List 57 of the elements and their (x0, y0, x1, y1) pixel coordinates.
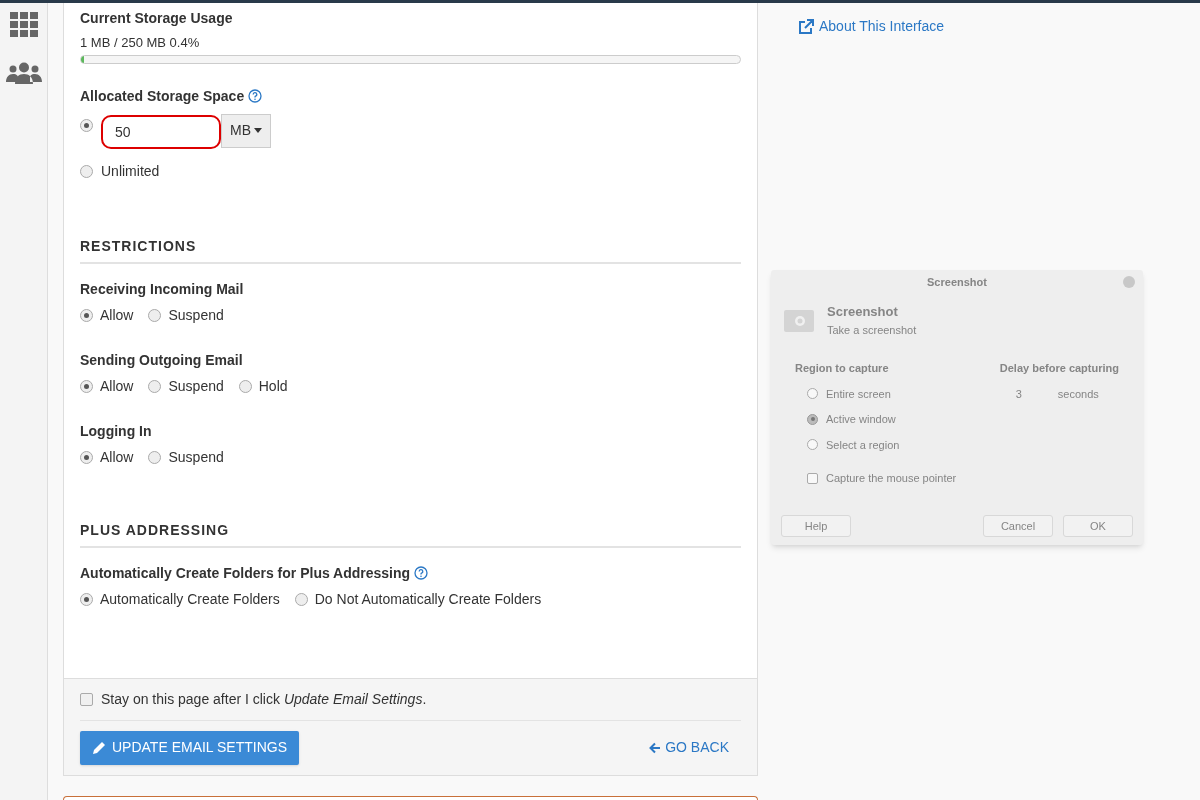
checkbox[interactable] (807, 472, 818, 484)
update-settings-button[interactable]: UPDATE EMAIL SETTINGS (80, 730, 300, 765)
size-input-field[interactable]: 50 (101, 114, 221, 149)
usage-reading: 1 MB / 250 MB 0.4% (80, 34, 201, 52)
help-icon[interactable] (248, 89, 263, 103)
arrow-left-icon (649, 741, 662, 754)
app-name: Screenshot (827, 303, 899, 321)
section-heading: PLUS ADDRESSING (80, 521, 230, 538)
option-label[interactable]: Allow (100, 375, 134, 397)
radio-button[interactable] (80, 379, 93, 393)
field-label: Logging In (80, 421, 152, 441)
help-icon[interactable] (414, 566, 429, 580)
radio-button[interactable] (807, 388, 818, 400)
pencil-icon (92, 740, 106, 755)
section-heading: RESTRICTIONS (80, 237, 197, 254)
option-label[interactable]: Do Not Automatically Create Folders (314, 588, 542, 610)
checkbox[interactable] (80, 692, 93, 706)
radio-button[interactable] (148, 450, 162, 464)
app-subtitle: Take a screenshot (827, 322, 917, 338)
group-heading: Region to capture (795, 361, 890, 376)
field-label: Sending Outgoing Email (80, 350, 243, 370)
radio-button[interactable] (80, 592, 93, 606)
group-heading: Delay before capturing (999, 361, 1119, 376)
unit-dropdown[interactable]: MB (221, 113, 271, 148)
option-label[interactable]: Allow (100, 446, 134, 468)
radio-button[interactable] (294, 592, 308, 606)
radio-button[interactable] (148, 308, 162, 322)
unit-label: seconds (1057, 386, 1099, 402)
field-label: Current Storage Usage (80, 9, 234, 28)
radio-button[interactable] (238, 379, 252, 393)
option-label[interactable]: Automatically Create Folders (100, 588, 280, 610)
radio-button[interactable] (80, 164, 93, 178)
radio-button[interactable] (80, 118, 93, 132)
field-label: Allocated Storage Space (80, 86, 245, 106)
stay-option-label[interactable]: Stay on this page after I click Update Email Settings. (101, 688, 427, 710)
about-link[interactable]: About This Interface (798, 16, 945, 37)
radio-button[interactable] (148, 379, 162, 393)
window-title: Screenshot (927, 274, 987, 290)
caret-icon (254, 128, 262, 133)
apps-grid-icon[interactable] (9, 12, 38, 38)
radio-button[interactable] (807, 439, 818, 451)
users-icon[interactable] (5, 62, 42, 84)
external-link-icon (798, 18, 814, 35)
option-label[interactable]: Allow (100, 304, 134, 326)
field-label: Receiving Incoming Mail (80, 279, 244, 299)
radio-button[interactable] (807, 413, 818, 425)
option-label[interactable]: Suspend (168, 304, 224, 326)
field-label: Automatically Create Folders for Plus Addressing (80, 563, 411, 583)
close-icon[interactable] (1123, 276, 1135, 288)
radio-button[interactable] (80, 308, 93, 322)
dialog-button[interactable]: OK (1063, 515, 1133, 537)
option-label[interactable]: Suspend (168, 375, 224, 397)
go-back-link[interactable]: GO BACK (649, 737, 729, 758)
option-label[interactable]: Suspend (168, 446, 224, 468)
option-label[interactable]: Hold (258, 375, 288, 397)
option-label[interactable]: Unlimited (101, 160, 160, 182)
radio-button[interactable] (80, 450, 93, 464)
